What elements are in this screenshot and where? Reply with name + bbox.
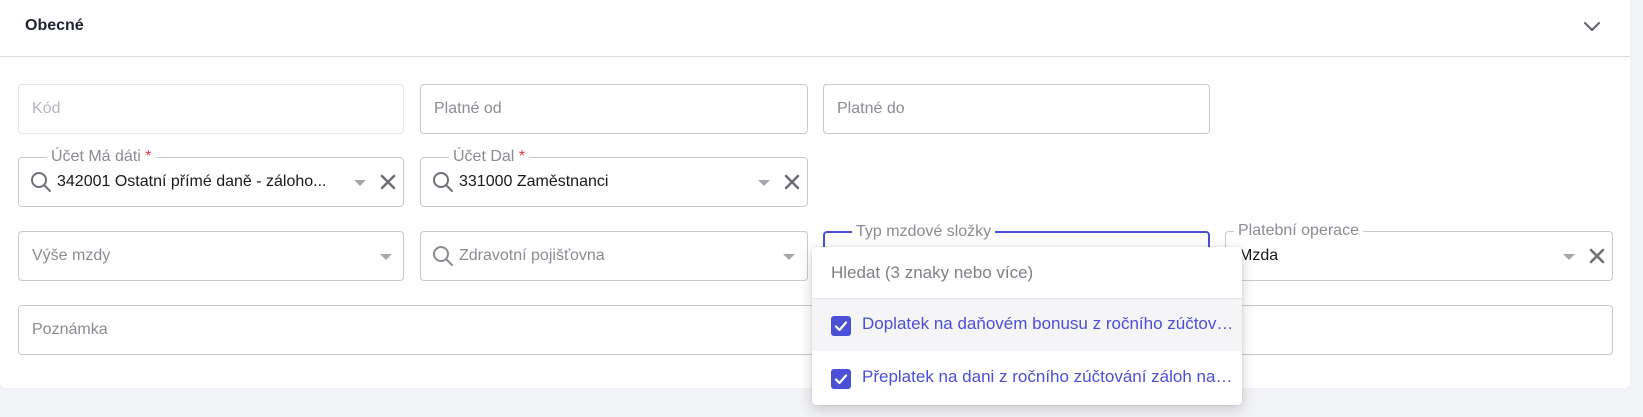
ucet-dal-value: 331000 Zaměstnanci <box>459 173 609 190</box>
search-icon <box>433 172 453 192</box>
clear-icon[interactable] <box>781 171 803 193</box>
chevron-down-icon[interactable] <box>1580 14 1604 38</box>
caret-down-icon[interactable] <box>354 180 366 186</box>
ucet-ma-dati-value: 342001 Ostatní přímé daně - záloho... <box>57 173 327 190</box>
typ-mzdove-slozky-dropdown: Hledat (3 znaky nebo více) Doplatek na d… <box>812 247 1242 405</box>
caret-down-icon[interactable] <box>758 180 770 186</box>
caret-down-icon[interactable] <box>380 254 392 260</box>
section-title: Obecné <box>25 17 84 34</box>
dropdown-option[interactable]: Přeplatek na dani z ročního zúčtování zá… <box>812 352 1242 404</box>
dropdown-option[interactable]: Doplatek na daňovém bonusu z ročního zúč… <box>812 299 1242 351</box>
platne-do-field[interactable]: Platné do <box>823 84 1210 134</box>
dropdown-option-label: Přeplatek na dani z ročního zúčtování zá… <box>862 367 1234 386</box>
vyse-mzdy-placeholder: Výše mzdy <box>32 247 111 264</box>
search-icon <box>433 246 453 266</box>
section-header[interactable]: Obecné <box>0 0 1630 57</box>
caret-down-icon[interactable] <box>1563 254 1575 260</box>
checkbox-checked-icon[interactable] <box>831 316 851 336</box>
caret-down-icon[interactable] <box>783 254 795 260</box>
poznamka-placeholder: Poznámka <box>32 321 108 338</box>
platne-od-placeholder: Platné od <box>434 100 502 117</box>
kod-placeholder: Kód <box>32 100 61 117</box>
required-marker: * <box>145 148 152 165</box>
dropdown-option-label: Doplatek na daňovém bonusu z ročního zúč… <box>862 314 1234 333</box>
ucet-dal-label: Účet Dal * <box>449 147 530 167</box>
ucet-dal-select[interactable]: Účet Dal * 331000 Zaměstnanci <box>420 147 808 207</box>
zdravotni-pojistovna-select[interactable]: Zdravotní pojišťovna <box>420 231 808 281</box>
platebni-operace-label: Platební operace <box>1234 221 1363 241</box>
typ-mzdove-slozky-label: Typ mzdové složky <box>852 222 996 242</box>
kod-field: Kód <box>18 84 404 134</box>
platebni-operace-value: Mzda <box>1239 247 1279 264</box>
ucet-ma-dati-select[interactable]: Účet Má dáti * 342001 Ostatní přímé daně… <box>18 147 404 207</box>
zdravotni-pojistovna-placeholder: Zdravotní pojišťovna <box>459 247 605 264</box>
required-marker: * <box>518 148 526 165</box>
platebni-operace-select[interactable]: Platební operace Mzda <box>1225 221 1613 281</box>
checkbox-checked-icon[interactable] <box>831 369 851 389</box>
platne-do-placeholder: Platné do <box>837 100 905 117</box>
platne-od-field[interactable]: Platné od <box>420 84 808 134</box>
dropdown-search-placeholder: Hledat (3 znaky nebo více) <box>831 263 1034 282</box>
vyse-mzdy-select[interactable]: Výše mzdy <box>18 231 404 281</box>
clear-icon[interactable] <box>1586 245 1608 267</box>
clear-icon[interactable] <box>377 171 399 193</box>
search-icon <box>31 172 51 192</box>
dropdown-search-input[interactable]: Hledat (3 znaky nebo více) <box>812 247 1242 299</box>
ucet-ma-dati-label: Účet Má dáti * <box>47 147 156 167</box>
